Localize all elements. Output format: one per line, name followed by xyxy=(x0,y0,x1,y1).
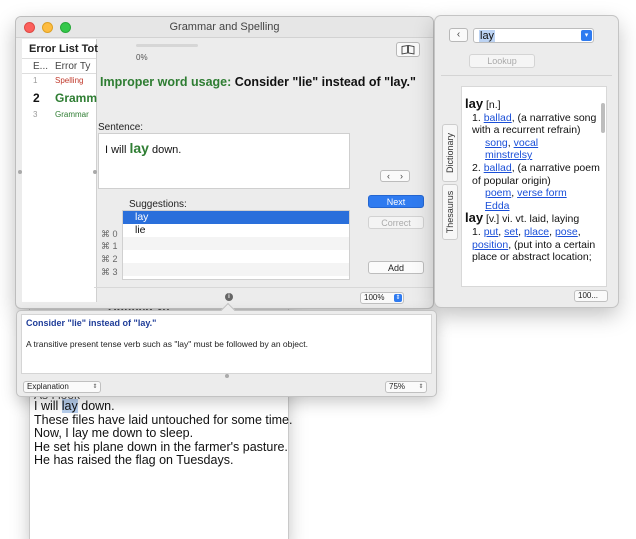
sentence-label: Sentence: xyxy=(98,122,144,133)
document-line: He set his plane down in the farmer's pa… xyxy=(34,439,288,454)
explanation-text-area[interactable]: Consider "lie" instead of "lay." A trans… xyxy=(21,314,432,374)
document-line: He has raised the flag on Tuesdays. xyxy=(34,453,234,468)
synonym-link[interactable]: put xyxy=(484,226,499,238)
dictionary-content[interactable]: lay [n.] 1. ballad, (a narrative song wi… xyxy=(461,86,607,287)
window-title: Grammar and Spelling xyxy=(169,21,280,33)
window-titlebar: Grammar and Spelling xyxy=(16,17,433,38)
sentence-nav: ‹ › xyxy=(380,170,410,182)
correct-button[interactable]: Correct xyxy=(368,216,424,229)
issue-headline: Improper word usage: Consider "lie" inst… xyxy=(100,75,416,89)
shortcut-label: ⌘ 1 xyxy=(101,241,118,251)
synonym-link[interactable]: place xyxy=(524,226,549,238)
chevron-updown-icon: ⇕ xyxy=(394,294,402,302)
flagged-word: lay xyxy=(129,140,149,156)
shortcut-label: ⌘ 0 xyxy=(101,229,118,239)
shortcut-label: ⌘ 2 xyxy=(101,254,118,264)
book-icon xyxy=(401,44,415,55)
highlighted-word[interactable]: lay xyxy=(61,399,78,413)
error-list-header: Error List Tot xyxy=(29,43,98,55)
next-button[interactable]: Next xyxy=(368,195,424,208)
suggestions-list[interactable]: lay lie xyxy=(122,210,350,280)
synonym-link[interactable]: set xyxy=(504,226,518,238)
suggestion-empty-row xyxy=(123,250,349,263)
lookup-button[interactable]: Lookup xyxy=(469,54,535,68)
synonym-link[interactable]: vocal xyxy=(514,137,539,149)
chevron-down-icon[interactable]: ▾ xyxy=(581,30,592,41)
document-line: These files have laid untouched for some… xyxy=(34,412,293,427)
resize-handle[interactable] xyxy=(18,170,22,174)
definition-link[interactable]: ballad xyxy=(484,112,512,124)
synonym-link[interactable]: position xyxy=(472,239,508,251)
dictionary-panel: ‹ lay ▾ Lookup Dictionary Thesaurus lay … xyxy=(435,16,618,307)
dictionary-zoom-select[interactable]: 100... xyxy=(574,290,608,302)
explanation-mode-select[interactable]: Explanation ⇕ xyxy=(23,381,101,393)
zoom-select[interactable]: 100% ⇕ xyxy=(360,292,404,304)
definition-link[interactable]: ballad xyxy=(484,162,512,174)
error-list-panel[interactable]: Error List Tot E... Error Ty 1 Spelling … xyxy=(22,39,98,302)
dictionary-search-value: lay xyxy=(479,30,496,42)
back-button[interactable]: ‹ xyxy=(449,28,468,42)
suggestions-label: Suggestions: xyxy=(129,199,187,210)
resize-handle[interactable] xyxy=(225,374,229,378)
synonym-link[interactable]: pose xyxy=(555,226,578,238)
suggestion-empty-row xyxy=(123,263,349,276)
synonym-link[interactable]: minstrelsy xyxy=(485,149,532,161)
progress-bar xyxy=(136,44,198,47)
sentence-text: I will lay down. xyxy=(105,140,182,156)
explanation-body: A transitive present tense verb such as … xyxy=(26,339,308,349)
progress-label: 0% xyxy=(136,53,148,62)
tab-thesaurus[interactable]: Thesaurus xyxy=(442,184,458,240)
bottom-bar: 100% ⇕ xyxy=(94,287,433,308)
grammar-window: Grammar and Spelling Error List Tot E...… xyxy=(16,17,433,308)
next-arrow-icon[interactable]: › xyxy=(400,171,403,181)
document-text[interactable]: I will lay down. These files have laid u… xyxy=(34,399,293,468)
synonym-link[interactable]: song xyxy=(485,137,508,149)
dictionary-search-field[interactable]: lay ▾ xyxy=(473,28,594,43)
chevron-updown-icon: ⇕ xyxy=(418,384,424,390)
divider xyxy=(441,75,612,76)
explanation-zoom-select[interactable]: 75% ⇕ xyxy=(385,381,427,393)
info-icon[interactable]: i xyxy=(225,293,233,301)
suggestion-item[interactable]: lay xyxy=(123,211,349,224)
issue-label: Improper word usage: xyxy=(100,75,232,89)
column-error-type[interactable]: Error Ty xyxy=(55,61,90,72)
issue-message: Consider "lie" instead of "lay." xyxy=(234,75,416,89)
document-line: I will lay down. xyxy=(34,399,115,413)
dictionary-entry: lay [n.] 1. ballad, (a narrative song wi… xyxy=(465,96,600,264)
document-line: Now, I lay me down to sleep. xyxy=(34,426,194,441)
suggestion-item[interactable]: lie xyxy=(123,224,349,237)
suggestion-empty-row xyxy=(123,237,349,250)
split-handle[interactable] xyxy=(93,170,97,174)
add-button[interactable]: Add xyxy=(368,261,424,274)
synonym-link[interactable]: poem xyxy=(485,187,511,199)
error-list-columns: E... Error Ty xyxy=(22,58,96,74)
shortcut-label: ⌘ 3 xyxy=(101,267,118,277)
explanation-title: Consider "lie" instead of "lay." xyxy=(26,318,157,328)
synonym-link[interactable]: Edda xyxy=(485,200,510,212)
chevron-updown-icon: ⇕ xyxy=(92,384,98,390)
synonym-link[interactable]: verse form xyxy=(517,187,567,199)
dictionary-toggle-button[interactable] xyxy=(396,42,420,57)
scrollbar[interactable] xyxy=(601,103,605,133)
sentence-box[interactable]: I will lay down. xyxy=(98,133,350,189)
previous-arrow-icon[interactable]: ‹ xyxy=(387,171,390,181)
explanation-popover: Consider "lie" instead of "lay." A trans… xyxy=(17,302,436,396)
column-number[interactable]: E... xyxy=(33,61,48,72)
tab-dictionary[interactable]: Dictionary xyxy=(442,124,458,182)
